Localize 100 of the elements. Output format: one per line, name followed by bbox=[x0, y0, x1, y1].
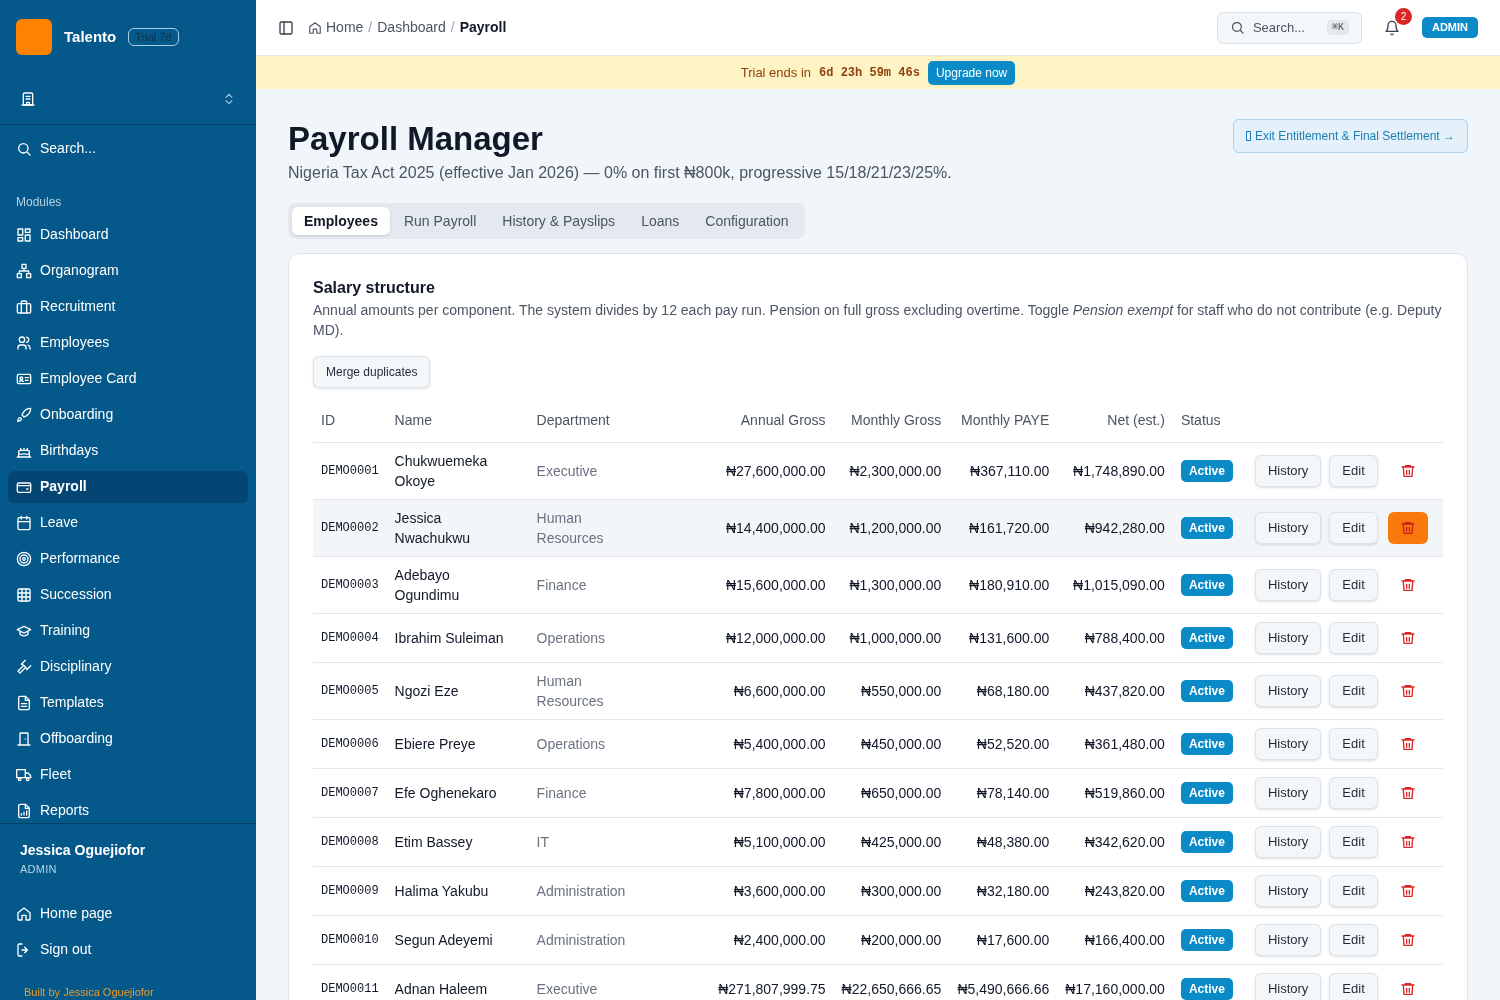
sidebar-item[interactable]: Succession bbox=[8, 578, 248, 611]
history-button[interactable]: History bbox=[1254, 923, 1322, 956]
sidebar-item[interactable]: Employee Card bbox=[8, 362, 248, 395]
edit-button[interactable]: Edit bbox=[1329, 776, 1378, 809]
tab[interactable]: History & Payslips bbox=[490, 207, 628, 235]
home-icon bbox=[308, 20, 322, 35]
table-cell-text: Administration bbox=[536, 930, 627, 950]
upgrade-button[interactable]: Upgrade now bbox=[927, 60, 1016, 85]
history-button[interactable]: History bbox=[1254, 825, 1322, 858]
edit-button[interactable]: Edit bbox=[1329, 972, 1378, 1000]
sidebar-item[interactable]: Birthdays bbox=[8, 434, 248, 467]
table-cell-text: ₦1,000,000.00 bbox=[849, 628, 942, 648]
table-cell-text: Ibrahim Suleiman bbox=[394, 628, 505, 648]
table-cell-text: DEMO0002 bbox=[321, 519, 379, 537]
history-button[interactable]: History bbox=[1254, 727, 1322, 760]
history-button[interactable]: History bbox=[1254, 874, 1322, 907]
sidebar-link[interactable]: Sign out bbox=[8, 933, 248, 966]
delete-button[interactable] bbox=[1387, 511, 1428, 544]
table-cell-text: DEMO0005 bbox=[321, 682, 379, 700]
edit-button[interactable]: Edit bbox=[1329, 454, 1378, 487]
table-cell-text: ₦300,000.00 bbox=[861, 881, 942, 901]
sidebar-item[interactable]: Payroll bbox=[8, 470, 248, 503]
sidebar-search[interactable]: Search... bbox=[8, 136, 248, 161]
credit-text: Built by Jessica Oguejiofor bbox=[23, 984, 155, 1000]
table-cell-text: ₦243,820.00 bbox=[1084, 881, 1165, 901]
user-name: Jessica Oguejiofor bbox=[20, 841, 147, 860]
table-cell-text: ₦367,110.00 bbox=[970, 461, 1050, 481]
table-cell-text: ₦22,650,666.65 bbox=[841, 979, 942, 999]
countdown: 6d 23h 59m 46s bbox=[819, 64, 920, 82]
sidebar-item[interactable]: Offboarding bbox=[8, 722, 248, 755]
sidebar-item[interactable]: Leave bbox=[8, 506, 248, 539]
history-button[interactable]: History bbox=[1254, 776, 1322, 809]
sidebar-item[interactable]: Onboarding bbox=[8, 398, 248, 431]
role-badge: ADMIN bbox=[1421, 17, 1478, 38]
sidebar-item[interactable]: Training bbox=[8, 614, 248, 647]
edit-button[interactable]: Edit bbox=[1329, 727, 1378, 760]
history-button[interactable]: History bbox=[1254, 511, 1322, 544]
table-cell-text: DEMO0008 bbox=[321, 833, 379, 851]
table-cell-text: ₦17,160,000.00 bbox=[1065, 979, 1165, 999]
table-cell-text: ₦2,300,000.00 bbox=[849, 461, 942, 481]
section-label: Modules bbox=[15, 193, 63, 211]
column-header: Monthly Gross bbox=[851, 412, 942, 429]
table-cell-text: Administration bbox=[536, 881, 627, 901]
edit-button[interactable]: Edit bbox=[1329, 923, 1378, 956]
table-cell-text: ₦788,400.00 bbox=[1084, 628, 1165, 648]
notifications-button[interactable] bbox=[1383, 19, 1400, 36]
sidebar-item[interactable]: Fleet bbox=[8, 758, 248, 791]
sidebar-item[interactable]: Recruitment bbox=[8, 290, 248, 323]
tab[interactable]: Loans bbox=[629, 207, 692, 235]
tab[interactable]: Employees bbox=[292, 207, 390, 235]
edit-button[interactable]: Edit bbox=[1329, 825, 1378, 858]
status-badge: Active bbox=[1180, 781, 1233, 804]
history-button[interactable]: History bbox=[1254, 972, 1322, 1000]
building-icon bbox=[20, 91, 36, 108]
table-cell-text: Human Resources bbox=[536, 671, 605, 711]
sidebar-item[interactable]: Disciplinary bbox=[8, 650, 248, 683]
table-cell-text: DEMO0009 bbox=[321, 882, 379, 900]
door-icon bbox=[16, 730, 32, 747]
sidebar-item[interactable]: Employees bbox=[8, 326, 248, 359]
edit-button[interactable]: Edit bbox=[1329, 511, 1378, 544]
tab[interactable]: Run Payroll bbox=[391, 207, 489, 235]
table-cell-text: DEMO0001 bbox=[321, 462, 379, 480]
column-header: ID bbox=[321, 412, 335, 429]
table-cell-text: ₦14,400,000.00 bbox=[725, 518, 826, 538]
sidebar-item[interactable]: Templates bbox=[8, 686, 248, 719]
history-button[interactable]: History bbox=[1254, 674, 1322, 707]
edit-button[interactable]: Edit bbox=[1329, 674, 1378, 707]
history-button[interactable]: History bbox=[1254, 621, 1322, 654]
sidebar-item[interactable]: Reports bbox=[8, 794, 248, 823]
table-cell-text: IT bbox=[536, 832, 551, 852]
search-button[interactable]: Search... ⌘K bbox=[1216, 11, 1362, 44]
breadcrumb-link[interactable]: Home bbox=[308, 17, 364, 38]
briefcase-icon bbox=[16, 298, 32, 315]
edit-button[interactable]: Edit bbox=[1329, 568, 1378, 601]
sidebar-link[interactable]: Home page bbox=[8, 897, 248, 930]
missing-glyph-icon bbox=[1245, 131, 1251, 141]
status-badge: Active bbox=[1180, 573, 1233, 596]
table-cell-text: ₦78,140.00 bbox=[976, 783, 1050, 803]
table-cell-text: ₦200,000.00 bbox=[861, 930, 942, 950]
breadcrumb-link[interactable]: Dashboard bbox=[377, 17, 446, 38]
history-button[interactable]: History bbox=[1254, 454, 1322, 487]
sidebar-toggle[interactable] bbox=[278, 19, 294, 36]
exit-settlement-button[interactable]: Exit Entitlement & Final Settlement → bbox=[1232, 119, 1468, 153]
sidebar-item[interactable]: Organogram bbox=[8, 254, 248, 287]
merge-duplicates-button[interactable]: Merge duplicates bbox=[313, 356, 431, 388]
tab[interactable]: Configuration bbox=[693, 207, 801, 235]
sidebar-item[interactable]: Dashboard bbox=[8, 218, 248, 251]
shortcut-key: ⌘K bbox=[1326, 20, 1349, 35]
column-header: Monthly PAYE bbox=[961, 412, 1050, 429]
edit-button[interactable]: Edit bbox=[1329, 621, 1378, 654]
table-cell-text: Executive bbox=[536, 979, 599, 999]
status-badge: Active bbox=[1180, 830, 1233, 853]
table-cell-text: ₦1,300,000.00 bbox=[849, 575, 942, 595]
table-cell-text: ₦52,520.00 bbox=[976, 734, 1050, 754]
sidebar-item[interactable]: Performance bbox=[8, 542, 248, 575]
breadcrumb-separator: / bbox=[450, 18, 455, 37]
history-button[interactable]: History bbox=[1254, 568, 1322, 601]
edit-button[interactable]: Edit bbox=[1329, 874, 1378, 907]
table-cell-text: Adebayo Ogundimu bbox=[394, 565, 461, 605]
table-cell-text: Segun Adeyemi bbox=[394, 930, 494, 950]
